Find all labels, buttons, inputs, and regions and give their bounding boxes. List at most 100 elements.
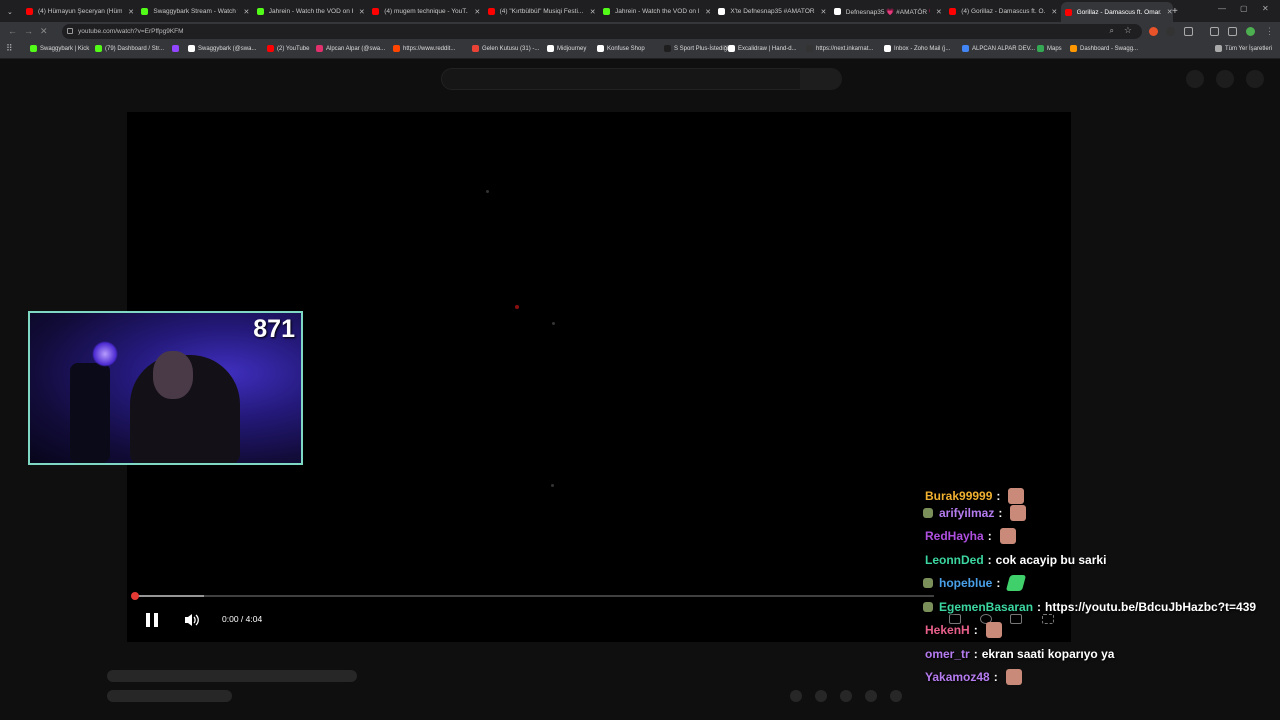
- chat-username: Burak99999: [925, 489, 993, 503]
- bookmark-label: (2) YouTube: [277, 45, 310, 52]
- chat-badge-icon: [923, 601, 933, 612]
- bookmark-item[interactable]: Swaggybark | Kick: [30, 45, 89, 52]
- extension-icon[interactable]: [1149, 27, 1158, 36]
- new-tab-button[interactable]: +: [1172, 3, 1186, 20]
- pause-button[interactable]: [144, 612, 160, 628]
- bookmark-label: https://next.inkarnat...: [816, 45, 874, 52]
- tab-title: (4) Hümayun Şeceryan (Hümay...: [38, 8, 123, 15]
- browser-tab[interactable]: Jahrein - Watch the VOD on K... ✕: [253, 3, 365, 20]
- apps-grid-icon[interactable]: ⠿: [6, 43, 13, 54]
- tab-close-icon[interactable]: ✕: [244, 8, 250, 16]
- bookmark-item[interactable]: ALPCAN ALPAR DEV...: [962, 45, 1035, 52]
- notifications-icon[interactable]: [1216, 70, 1234, 88]
- tab-close-icon[interactable]: ✕: [590, 8, 596, 16]
- reload-icon[interactable]: ✕: [40, 26, 48, 37]
- tab-search-button[interactable]: ⌄: [4, 3, 18, 20]
- extensions-puzzle-icon[interactable]: [1184, 27, 1193, 36]
- bookmark-label: ALPCAN ALPAR DEV...: [972, 45, 1036, 52]
- tab-favicon-icon: [26, 8, 33, 15]
- site-info-icon[interactable]: [67, 28, 73, 34]
- bookmark-item[interactable]: Dashboard - Swagg...: [1070, 45, 1138, 52]
- close-window-button[interactable]: ✕: [1262, 4, 1269, 13]
- channel-placeholder: [107, 690, 232, 702]
- action-placeholder: [890, 690, 902, 702]
- extension-icon[interactable]: [1166, 27, 1175, 36]
- chat-username: RedHayha: [925, 529, 984, 543]
- bookmark-item[interactable]: Excalidraw | Hand-d...: [728, 45, 797, 52]
- chat-emote-icon: [985, 622, 1002, 638]
- zoom-icon[interactable]: ⌕: [1110, 26, 1114, 36]
- bookmark-favicon-icon: [728, 45, 735, 52]
- browser-tab[interactable]: Defnesnap35 💗 #AMATÖR 💗 ✕: [830, 3, 942, 20]
- scrubber-handle[interactable]: [131, 592, 139, 600]
- bookmark-item[interactable]: (79) Dashboard / Str...: [95, 45, 164, 52]
- chair: [70, 363, 110, 463]
- tab-close-icon[interactable]: ✕: [474, 8, 480, 16]
- all-bookmarks-label: Tüm Yer İşaretleri: [1225, 45, 1273, 52]
- download-icon[interactable]: [1210, 27, 1219, 36]
- chat-emote-icon: [1005, 669, 1022, 685]
- tab-close-icon[interactable]: ✕: [1051, 8, 1057, 16]
- chat-emote-icon: [1010, 504, 1027, 521]
- bookmark-star-icon[interactable]: ☆: [1124, 25, 1132, 36]
- chat-separator: :: [973, 623, 978, 637]
- browser-tab[interactable]: (4) "Kırtbülbül" Musiqi Festi... ✕: [484, 3, 596, 20]
- chat-username: hopeblue: [939, 576, 993, 590]
- tab-close-icon[interactable]: ✕: [128, 8, 134, 16]
- browser-tab[interactable]: Swaggybark Stream - Watch f... ✕: [137, 3, 249, 20]
- bookmark-item[interactable]: https://next.inkarnat...: [806, 45, 873, 52]
- back-icon[interactable]: ←: [8, 26, 17, 36]
- browser-tab[interactable]: (4) mugem technique - YouT... ✕: [368, 3, 480, 20]
- browser-tab[interactable]: (4) Hümayun Şeceryan (Hümay... ✕: [22, 3, 134, 20]
- bookmark-item[interactable]: Konfuse Shop: [597, 45, 645, 52]
- menu-kebab-icon[interactable]: ⋮: [1265, 26, 1274, 37]
- bookmark-item[interactable]: https://www.reddit...: [393, 45, 455, 52]
- bookmark-favicon-icon: [1070, 45, 1077, 52]
- bookmark-favicon-icon: [188, 45, 195, 52]
- bookmark-item[interactable]: Inbox - Zoho Mail (j...: [884, 45, 950, 52]
- url-bar[interactable]: youtube.com/watch?v=ErPffpg9KFM ⌕ ☆: [62, 24, 1142, 39]
- tab-close-icon[interactable]: ✕: [359, 8, 365, 16]
- chat-separator: :: [987, 552, 992, 567]
- search-input[interactable]: [441, 68, 801, 90]
- viewer-count: 871: [253, 315, 295, 343]
- tab-favicon-icon: [1064, 8, 1072, 16]
- folder-icon: [1215, 45, 1222, 52]
- chat-message: omer_tr: ekran saati koparıyo ya: [920, 644, 1114, 664]
- tab-favicon-icon: [372, 8, 380, 15]
- progress-bar[interactable]: [131, 592, 934, 600]
- search-button[interactable]: [800, 68, 842, 90]
- maximize-button[interactable]: ▢: [1240, 4, 1248, 13]
- tab-close-icon[interactable]: ✕: [705, 8, 711, 16]
- tab-favicon-icon: [256, 8, 264, 15]
- bookmark-item[interactable]: Swaggybark (@swa...: [188, 45, 256, 52]
- browser-tab[interactable]: Gorillaz - Damascus ft. Omar... ✕: [1060, 2, 1173, 22]
- bookmark-favicon-icon: [30, 45, 37, 52]
- avatar[interactable]: [1246, 70, 1264, 88]
- chat-message: RedHayha:: [920, 526, 1016, 546]
- bookmark-item[interactable]: Alpcan Alpar (@swa...: [316, 45, 385, 52]
- bookmark-item[interactable]: Gelen Kutusu (31) -...: [472, 45, 539, 52]
- bookmark-label: Excalidraw | Hand-d...: [738, 45, 797, 52]
- profile-avatar[interactable]: [1246, 27, 1255, 36]
- browser-tab[interactable]: Jahrein - Watch the VOD on K... ✕: [599, 3, 711, 20]
- forward-icon[interactable]: →: [24, 26, 33, 36]
- bookmark-label: Gelen Kutusu (31) -...: [482, 45, 540, 52]
- browser-tab[interactable]: (4) Gorillaz - Damascus ft. O... ✕: [945, 3, 1057, 20]
- action-placeholder: [840, 690, 852, 702]
- bookmark-item[interactable]: S Sport Plus-İstediği...: [664, 45, 733, 52]
- bookmark-item[interactable]: [172, 45, 182, 52]
- create-icon[interactable]: [1186, 70, 1204, 88]
- tab-close-icon[interactable]: ✕: [821, 8, 827, 16]
- chat-separator: :: [973, 646, 978, 661]
- bookmark-item[interactable]: (2) YouTube: [267, 45, 309, 52]
- tab-close-icon[interactable]: ✕: [936, 8, 942, 16]
- tab-title: Jahrein - Watch the VOD on K...: [615, 8, 700, 15]
- browser-tab[interactable]: X'te Defnesnap35 #AMATÖR... ✕: [714, 3, 826, 20]
- sidebar-icon[interactable]: [1228, 27, 1237, 36]
- all-bookmarks-folder[interactable]: Tüm Yer İşaretleri: [1215, 45, 1272, 52]
- minimize-button[interactable]: —: [1218, 4, 1226, 13]
- volume-button[interactable]: [183, 612, 201, 628]
- bookmark-item[interactable]: Midjourney: [547, 45, 586, 52]
- bookmark-item[interactable]: Maps: [1037, 45, 1062, 52]
